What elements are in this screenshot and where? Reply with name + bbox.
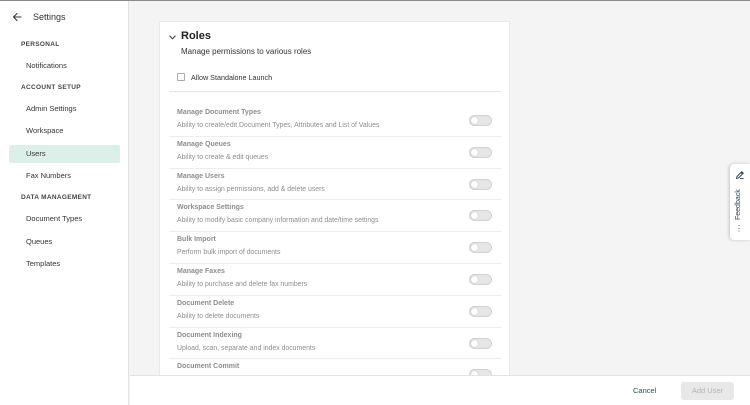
row-divider xyxy=(169,294,501,296)
permission-row: Document Delete Ability to delete documen… xyxy=(169,294,501,327)
sidebar-item-document-types[interactable]: Document Types xyxy=(9,210,120,228)
sidebar-item-queues[interactable]: Queues xyxy=(9,233,120,251)
permission-name: Manage Document Types xyxy=(177,109,261,116)
sidebar-item-templates[interactable]: Templates xyxy=(9,255,120,273)
permission-name: Document Indexing xyxy=(177,331,242,339)
permission-row: Manage Queues Ability to create & edit qu… xyxy=(169,135,501,168)
permission-toggle[interactable] xyxy=(469,210,492,222)
permission-row: Document Indexing Upload, scan, separate … xyxy=(169,326,501,359)
permission-name: Document Delete xyxy=(177,299,235,307)
permission-row: Bulk Import Perform bulk import of docume… xyxy=(169,231,501,263)
toggle-knob xyxy=(471,276,478,283)
standalone-launch-checkbox[interactable] xyxy=(177,73,185,81)
chevron-down-icon[interactable] xyxy=(169,35,176,40)
standalone-launch-row: Allow Standalone Launch xyxy=(177,72,272,82)
feedback-label-wrap: Feedback xyxy=(731,186,749,222)
feedback-label: Feedback xyxy=(735,189,742,220)
permission-description: Ability to create & edit queues xyxy=(177,153,269,161)
roles-title: Roles xyxy=(181,30,211,42)
permission-description: Ability to delete documents xyxy=(177,312,260,320)
toggle-knob xyxy=(471,307,478,315)
row-divider xyxy=(169,231,501,233)
section-data-management: DATA MANAGEMENT xyxy=(21,194,92,201)
settings-sidebar: Settings PERSONAL Notifications ACCOUNT … xyxy=(0,1,129,405)
main-content: Roles Manage permissions to various role… xyxy=(130,1,750,375)
permission-toggle[interactable] xyxy=(469,242,492,254)
row-divider xyxy=(169,358,501,360)
permission-name: Bulk Import xyxy=(177,236,216,244)
row-divider xyxy=(169,326,501,328)
sidebar-item-fax-numbers[interactable]: Fax Numbers xyxy=(9,167,120,185)
cancel-button[interactable]: Cancel xyxy=(633,384,656,398)
roles-card: Roles Manage permissions to various role… xyxy=(159,21,510,375)
toggle-knob xyxy=(471,180,478,188)
permission-row: Workspace Settings Ability to modify basi… xyxy=(169,199,501,231)
permission-toggle[interactable] xyxy=(469,337,492,349)
permission-description: Ability to assign permissions, add & del… xyxy=(177,185,325,193)
roles-subtitle: Manage permissions to various roles xyxy=(181,47,312,56)
permission-description: Perform bulk import of documents xyxy=(177,249,281,257)
toggle-knob xyxy=(471,117,478,124)
permission-toggle[interactable] xyxy=(469,146,492,158)
toggle-knob xyxy=(471,212,478,220)
row-divider xyxy=(169,199,501,201)
row-divider xyxy=(169,167,501,169)
row-divider xyxy=(169,263,501,264)
permission-toggle[interactable] xyxy=(469,274,492,285)
arrow-left-icon[interactable] xyxy=(11,11,23,23)
footer-bar: Cancel Add User xyxy=(130,375,750,405)
pencil-icon xyxy=(736,171,744,180)
toggle-knob xyxy=(471,148,478,156)
sidebar-item-users[interactable]: Users xyxy=(9,145,120,163)
toggle-knob xyxy=(471,339,478,347)
permission-name: Workspace Settings xyxy=(177,204,244,212)
row-divider xyxy=(169,135,501,137)
sidebar-title: Settings xyxy=(33,12,66,22)
permission-description: Upload, scan, separate and index documen… xyxy=(177,344,316,352)
add-user-button[interactable]: Add User xyxy=(681,382,734,400)
permission-row: Manage Faxes Ability to purchase and dele… xyxy=(169,263,501,295)
more-dots-icon: ⋮ xyxy=(735,224,743,233)
section-personal: PERSONAL xyxy=(21,41,60,48)
permission-name: Manage Users xyxy=(177,172,225,180)
permission-row: Document Commit xyxy=(169,358,501,375)
feedback-tab[interactable]: Feedback ⋮ xyxy=(730,164,750,240)
sidebar-header: Settings xyxy=(0,1,129,33)
toggle-knob xyxy=(471,244,478,252)
permission-row: Manage Document Types Ability to create/e… xyxy=(169,104,501,136)
permission-description: Ability to create/edit Document Types, A… xyxy=(177,122,380,129)
permission-row: Manage Users Ability to assign permission… xyxy=(169,167,501,200)
permission-toggle[interactable] xyxy=(469,178,492,190)
standalone-launch-label: Allow Standalone Launch xyxy=(191,72,273,82)
sidebar-item-workspace[interactable]: Workspace xyxy=(9,122,120,140)
permission-name: Manage Queues xyxy=(177,140,231,148)
sidebar-item-notifications[interactable]: Notifications xyxy=(9,57,120,75)
divider xyxy=(169,91,501,92)
sidebar-item-admin-settings[interactable]: Admin Settings xyxy=(9,100,120,118)
permission-name: Document Commit xyxy=(177,363,240,371)
permission-description: Ability to modify basic company informat… xyxy=(177,217,379,225)
permission-description: Ability to purchase and delete fax numbe… xyxy=(177,281,308,288)
permission-toggle[interactable] xyxy=(469,305,492,317)
section-account-setup: ACCOUNT SETUP xyxy=(21,84,81,91)
permission-toggle[interactable] xyxy=(469,115,492,126)
permission-name: Manage Faxes xyxy=(177,268,225,275)
